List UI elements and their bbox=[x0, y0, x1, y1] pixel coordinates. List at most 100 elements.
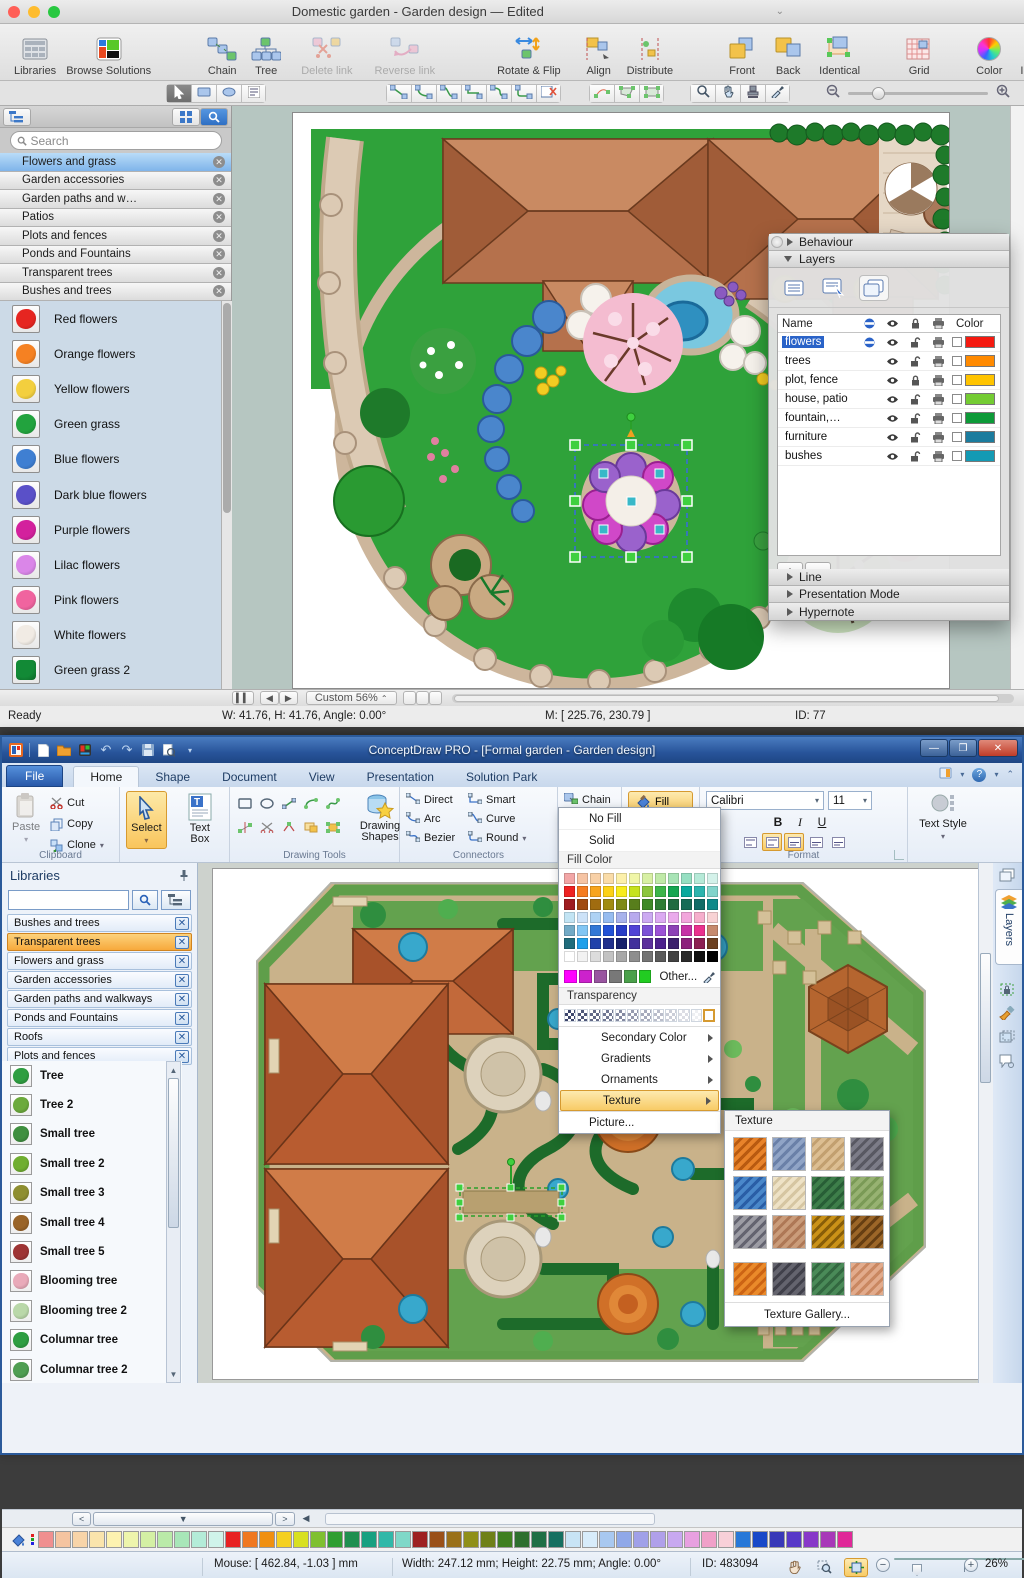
pages-panel-icon[interactable] bbox=[998, 867, 1016, 883]
quick-color-swatch[interactable] bbox=[565, 1531, 581, 1548]
texture-swatch[interactable] bbox=[772, 1262, 806, 1296]
rotate-flip-button[interactable]: Rotate & Flip bbox=[497, 33, 561, 77]
shape-item[interactable]: Purple flowers bbox=[0, 512, 221, 547]
color-swatch[interactable] bbox=[668, 899, 679, 910]
transparency-swatch[interactable] bbox=[576, 1009, 589, 1022]
fit-page-button[interactable] bbox=[844, 1558, 868, 1577]
layer-visibility-icon[interactable] bbox=[881, 452, 904, 461]
quick-color-swatch[interactable] bbox=[191, 1531, 207, 1548]
color-swatch[interactable] bbox=[655, 925, 666, 936]
font-size-select[interactable]: 11 ▾ bbox=[828, 791, 872, 810]
layer-color-checkbox[interactable] bbox=[952, 432, 962, 442]
text-tool-button[interactable] bbox=[241, 83, 266, 103]
quick-color-swatch[interactable] bbox=[463, 1531, 479, 1548]
scroll-left-icon[interactable]: ◀ bbox=[297, 1512, 316, 1526]
curve-connector-tool-button[interactable] bbox=[486, 83, 511, 103]
tab-home[interactable]: Home bbox=[73, 766, 140, 787]
quick-color-swatch[interactable] bbox=[582, 1531, 598, 1548]
color-swatch[interactable] bbox=[642, 938, 653, 949]
round-connector-tool-button[interactable] bbox=[511, 83, 536, 103]
color-swatch[interactable] bbox=[681, 925, 692, 936]
color-swatch[interactable] bbox=[668, 925, 679, 936]
page-box-1[interactable] bbox=[402, 691, 416, 705]
quick-color-swatch[interactable] bbox=[497, 1531, 513, 1548]
handles-tool-button[interactable] bbox=[324, 819, 341, 835]
quick-color-swatch[interactable] bbox=[650, 1531, 666, 1548]
quick-color-swatch[interactable] bbox=[514, 1531, 530, 1548]
quick-color-swatch[interactable] bbox=[123, 1531, 139, 1548]
bold-button[interactable]: B bbox=[768, 813, 788, 831]
color-swatch[interactable] bbox=[577, 938, 588, 949]
layer-pages-button[interactable] bbox=[859, 274, 889, 301]
layer-visibility-icon[interactable] bbox=[881, 338, 904, 347]
layer-list-button[interactable] bbox=[779, 275, 809, 301]
shape-item[interactable]: Small tree 4 bbox=[2, 1208, 182, 1237]
connector-arc-button[interactable]: Arc bbox=[405, 810, 468, 828]
shape-item[interactable]: Yellow flowers bbox=[0, 371, 221, 406]
library-item[interactable]: Garden accessories ✕ bbox=[0, 171, 231, 190]
quick-color-swatch[interactable] bbox=[548, 1531, 564, 1548]
color-swatch[interactable] bbox=[668, 873, 679, 884]
quick-color-swatch[interactable] bbox=[276, 1531, 292, 1548]
texture-swatch[interactable] bbox=[850, 1215, 884, 1249]
frame-icon[interactable] bbox=[998, 1029, 1016, 1045]
quick-color-swatch[interactable] bbox=[701, 1531, 717, 1548]
solid-item[interactable]: Solid bbox=[559, 830, 720, 852]
solution-panel-icon[interactable] bbox=[939, 767, 952, 782]
zoom-level-select[interactable]: Custom 56% ⌃ bbox=[305, 691, 397, 705]
color-swatch[interactable] bbox=[681, 951, 692, 962]
layer-lock-icon[interactable] bbox=[904, 431, 927, 443]
close-traffic-light[interactable] bbox=[8, 5, 20, 18]
close-library-icon[interactable]: ✕ bbox=[175, 954, 189, 968]
identical-button[interactable]: Identical bbox=[819, 33, 860, 77]
texture-swatch[interactable] bbox=[811, 1176, 845, 1210]
transparency-swatch[interactable] bbox=[665, 1009, 677, 1022]
texture-swatch[interactable] bbox=[733, 1137, 767, 1171]
quick-color-swatch[interactable] bbox=[395, 1531, 411, 1548]
transparency-swatch[interactable] bbox=[627, 1009, 639, 1022]
picture-item[interactable]: Picture... bbox=[559, 1111, 720, 1133]
color-swatch[interactable] bbox=[590, 938, 601, 949]
color-swatch[interactable] bbox=[655, 873, 666, 884]
text-style-button[interactable]: Text Style ▾ bbox=[914, 791, 972, 843]
color-swatch[interactable] bbox=[629, 873, 640, 884]
layer-row[interactable]: furniture bbox=[778, 428, 1000, 447]
selection-lock-icon[interactable] bbox=[998, 981, 1016, 997]
layer-color-chip[interactable] bbox=[965, 374, 995, 386]
pan-hand-icon[interactable] bbox=[784, 1558, 804, 1575]
quick-color-swatch[interactable] bbox=[106, 1531, 122, 1548]
quick-color-swatch[interactable] bbox=[225, 1531, 241, 1548]
eyedropper-tool-button[interactable] bbox=[765, 83, 790, 103]
mac-zoom-slider[interactable] bbox=[848, 86, 988, 100]
next-page-button[interactable]: > bbox=[275, 1511, 295, 1526]
prev-page-button[interactable]: < bbox=[72, 1511, 92, 1526]
italic-button[interactable]: I bbox=[790, 813, 810, 831]
align-button[interactable]: Align bbox=[585, 33, 613, 77]
mac-canvas-vscrollbar[interactable] bbox=[1010, 106, 1024, 689]
layer-color-chip[interactable] bbox=[965, 393, 995, 405]
transparency-swatch[interactable] bbox=[614, 1009, 627, 1022]
color-swatch[interactable] bbox=[707, 938, 718, 949]
behaviour-section[interactable]: Behaviour bbox=[769, 234, 1009, 251]
layer-row[interactable]: bushes bbox=[778, 447, 1000, 466]
color-swatch[interactable] bbox=[577, 951, 588, 962]
layer-color-chip[interactable] bbox=[965, 412, 995, 424]
zoom-out-icon[interactable] bbox=[826, 84, 840, 103]
layer-visibility-icon[interactable] bbox=[881, 395, 904, 404]
tab-view[interactable]: View bbox=[293, 767, 351, 787]
win-canvas-hscrollbar[interactable] bbox=[325, 1512, 656, 1525]
shape-item[interactable]: White flowers bbox=[0, 618, 221, 653]
align-center-button[interactable] bbox=[784, 833, 804, 851]
eyedropper-icon[interactable] bbox=[703, 970, 716, 983]
color-swatch[interactable] bbox=[655, 899, 666, 910]
color-swatch[interactable] bbox=[577, 886, 588, 897]
library-item[interactable]: Flowers and grass ✕ bbox=[7, 952, 192, 970]
shape-item[interactable]: Dark blue flowers bbox=[0, 477, 221, 512]
align-justify-button[interactable] bbox=[828, 833, 848, 851]
grid-view-button[interactable] bbox=[172, 107, 200, 126]
prev-page-button[interactable]: ◀ bbox=[260, 691, 279, 705]
text-box-button[interactable]: T Text Box bbox=[177, 791, 223, 849]
color-swatch[interactable] bbox=[629, 925, 640, 936]
presentation-mode-section[interactable]: Presentation Mode bbox=[769, 586, 1009, 603]
fill-tool-icon[interactable] bbox=[6, 1531, 30, 1549]
